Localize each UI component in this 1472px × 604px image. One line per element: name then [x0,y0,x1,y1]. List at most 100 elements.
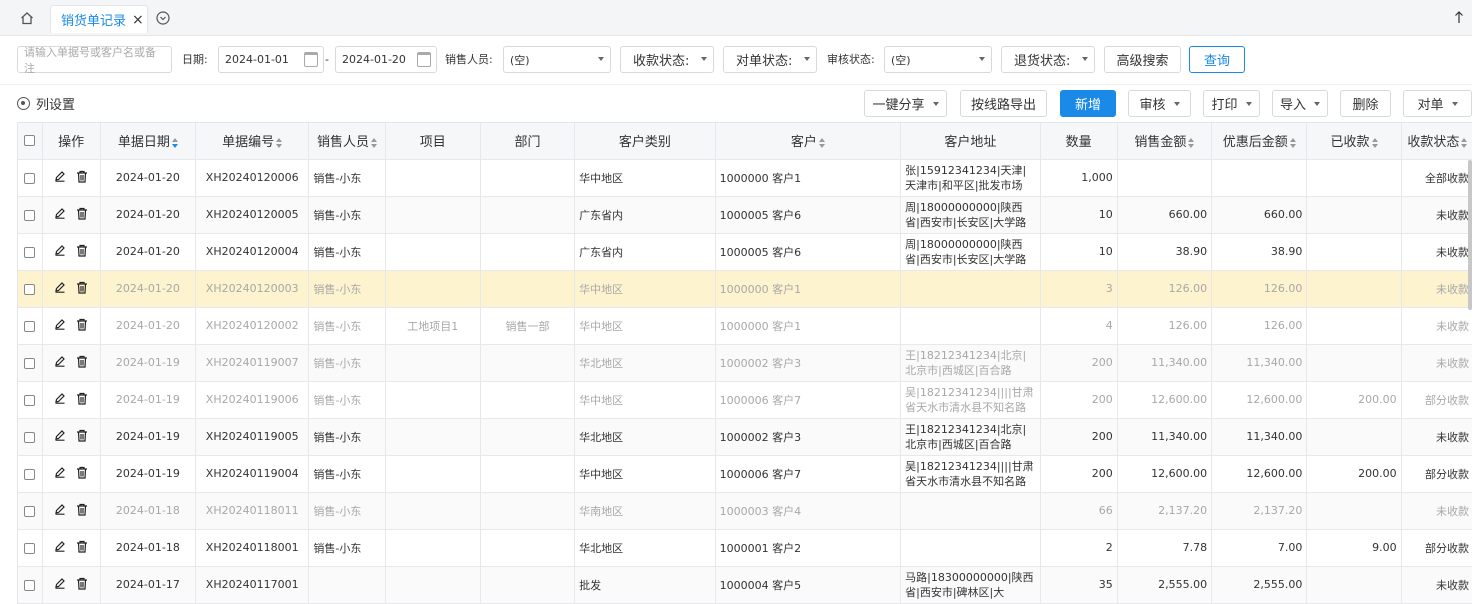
payment-status-select[interactable]: 收款状态: [620,46,714,73]
table-row[interactable]: 2024-01-20 XH20240120006 销售-小东 华中地区 1000000 … [18,159,1472,197]
audit-status-select[interactable]: (空) [884,46,992,73]
delete-icon[interactable] [76,577,88,590]
row-select-cell[interactable] [18,270,43,308]
edit-icon[interactable] [54,392,66,405]
import-button[interactable]: 导入 [1272,90,1328,117]
delete-icon[interactable] [76,170,88,183]
delete-icon[interactable] [76,503,88,516]
table-row[interactable]: 2024-01-20 XH20240120005 销售-小东 广东省内 1000005 … [18,196,1472,234]
edit-icon[interactable] [54,281,66,294]
row-checkbox[interactable] [24,394,36,406]
row-checkbox[interactable] [24,172,36,184]
header-date[interactable]: 单据日期 [100,123,197,160]
edit-icon[interactable] [54,503,66,516]
date-to-input[interactable]: 2024-01-20 [335,46,437,73]
delete-icon[interactable] [76,355,88,368]
row-checkbox[interactable] [24,468,36,480]
row-select-cell[interactable] [18,233,43,271]
table-row[interactable]: 2024-01-20 XH20240120004 销售-小东 广东省内 1000005 … [18,233,1472,271]
sort-icon[interactable] [1461,137,1468,148]
row-select-cell[interactable] [18,492,43,530]
edit-icon[interactable] [54,466,66,479]
header-sales-amount[interactable]: 销售金额 [1117,123,1213,160]
share-button[interactable]: 一键分享 [864,90,947,117]
vertical-scrollbar[interactable] [1468,160,1472,310]
row-checkbox[interactable] [24,357,36,369]
row-checkbox[interactable] [24,579,36,591]
table-row[interactable]: 2024-01-20 XH20240120003 销售-小东 华中地区 1000000 … [18,270,1472,308]
row-select-cell[interactable] [18,529,43,567]
delete-icon[interactable] [76,244,88,257]
row-select-cell[interactable] [18,418,43,456]
table-row[interactable]: 2024-01-20 XH20240120002 销售-小东 工地项目1 销售一部 华中地… [18,307,1472,345]
sort-icon[interactable] [370,137,377,148]
header-salesperson[interactable]: 销售人员 [308,123,386,160]
edit-icon[interactable] [54,170,66,183]
tab-sales-records[interactable]: 销货单记录 × [50,5,148,33]
chevron-down-circle-icon[interactable] [155,10,171,26]
table-row[interactable]: 2024-01-19 XH20240119006 销售-小东 华中地区 1000006 … [18,381,1472,419]
export-by-route-button[interactable]: 按线路导出 [960,90,1047,117]
reconcile-status-select[interactable]: 对单状态: [723,46,817,73]
sort-icon[interactable] [1371,137,1378,148]
close-icon[interactable]: × [132,13,144,27]
select-all-checkbox[interactable] [24,135,36,147]
table-row[interactable]: 2024-01-17 XH20240117001 批发 1000004 客户5 马路|1… [18,566,1472,604]
delete-icon[interactable] [76,429,88,442]
row-select-cell[interactable] [18,159,43,197]
search-input[interactable]: 请输入单据号或客户名或备注 [17,46,172,75]
edit-icon[interactable] [54,540,66,553]
reconcile-button[interactable]: 对单 [1403,90,1472,117]
header-payment-status[interactable]: 收款状态 [1401,123,1472,160]
row-select-cell[interactable] [18,381,43,419]
home-button[interactable] [16,8,38,28]
delete-icon[interactable] [76,392,88,405]
delete-button[interactable]: 删除 [1340,90,1391,117]
select-all-cell[interactable] [18,123,43,160]
table-row[interactable]: 2024-01-18 XH20240118001 销售-小东 华北地区 1000001 … [18,529,1472,567]
table-row[interactable]: 2024-01-18 XH20240118011 销售-小东 华南地区 1000003 … [18,492,1472,530]
add-button[interactable]: 新增 [1060,90,1116,117]
query-button[interactable]: 查询 [1189,46,1245,73]
row-select-cell[interactable] [18,307,43,345]
audit-button[interactable]: 审核 [1128,90,1191,117]
salesperson-select[interactable]: (空) [503,46,611,73]
date-from-input[interactable]: 2024-01-01 [218,46,324,73]
row-checkbox[interactable] [24,209,36,221]
header-doc-no[interactable]: 单据编号 [195,123,310,160]
row-checkbox[interactable] [24,542,36,554]
print-button[interactable]: 打印 [1203,90,1260,117]
table-row[interactable]: 2024-01-19 XH20240119005 销售-小东 华北地区 1000002 … [18,418,1472,456]
delete-icon[interactable] [76,540,88,553]
delete-icon[interactable] [76,318,88,331]
row-select-cell[interactable] [18,566,43,604]
row-checkbox[interactable] [24,505,36,517]
row-select-cell[interactable] [18,344,43,382]
edit-icon[interactable] [54,244,66,257]
column-settings-button[interactable]: 列设置 [17,94,75,113]
sort-icon[interactable] [171,137,178,148]
edit-icon[interactable] [54,318,66,331]
arrow-up-icon[interactable] [1454,10,1464,24]
row-checkbox[interactable] [24,246,36,258]
sort-icon[interactable] [276,137,283,148]
delete-icon[interactable] [76,281,88,294]
table-row[interactable]: 2024-01-19 XH20240119004 销售-小东 华中地区 1000006 … [18,455,1472,493]
row-checkbox[interactable] [24,283,36,295]
edit-icon[interactable] [54,355,66,368]
edit-icon[interactable] [54,429,66,442]
delete-icon[interactable] [76,207,88,220]
return-status-select[interactable]: 退货状态: [1001,46,1095,73]
header-customer[interactable]: 客户 [715,123,902,160]
sort-icon[interactable] [1188,137,1195,148]
edit-icon[interactable] [54,577,66,590]
row-checkbox[interactable] [24,320,36,332]
header-paid[interactable]: 已收款 [1306,123,1402,160]
table-row[interactable]: 2024-01-19 XH20240119007 销售-小东 华北地区 1000002 … [18,344,1472,382]
sort-icon[interactable] [1289,137,1296,148]
row-checkbox[interactable] [24,431,36,443]
row-select-cell[interactable] [18,196,43,234]
delete-icon[interactable] [76,466,88,479]
advanced-search-button[interactable]: 高级搜索 [1104,46,1181,73]
row-select-cell[interactable] [18,455,43,493]
